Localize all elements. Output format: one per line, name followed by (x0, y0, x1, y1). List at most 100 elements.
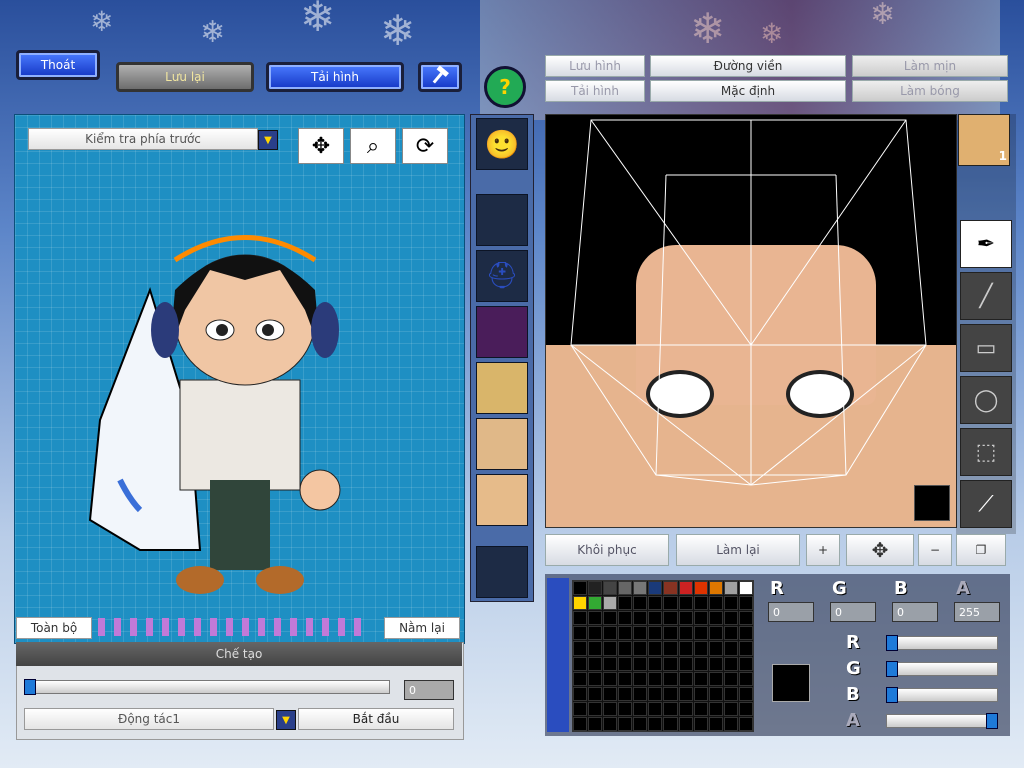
palette-swatch[interactable] (633, 716, 648, 731)
palette-swatch[interactable] (603, 641, 618, 656)
palette-swatch[interactable] (723, 686, 738, 701)
palette-swatch[interactable] (648, 641, 663, 656)
palette-swatch[interactable] (708, 716, 723, 731)
palette-swatch[interactable] (663, 581, 678, 596)
palette-swatch[interactable] (723, 671, 738, 686)
palette-swatch[interactable] (708, 611, 723, 626)
palette-swatch[interactable] (588, 626, 603, 641)
frame-marker[interactable] (98, 618, 105, 636)
palette-swatch[interactable] (723, 701, 738, 716)
helmet-thumbnail[interactable]: ⛑ (476, 250, 528, 302)
palette-swatch[interactable] (633, 641, 648, 656)
palette-swatch[interactable] (588, 581, 603, 596)
frame-marker[interactable] (306, 618, 313, 636)
line-tool-button[interactable]: ╱ (960, 272, 1012, 320)
palette-swatch[interactable] (678, 656, 693, 671)
palette-swatch[interactable] (573, 701, 588, 716)
layer-button[interactable]: ❐ (956, 534, 1006, 566)
palette-swatch[interactable] (588, 641, 603, 656)
tab-default[interactable]: Mặc định (650, 80, 846, 102)
palette-swatch[interactable] (738, 686, 753, 701)
blue-slider[interactable] (886, 688, 998, 702)
eyedropper-tool-button[interactable]: ⟋ (960, 480, 1012, 528)
palette-swatch[interactable] (603, 716, 618, 731)
palette-swatch[interactable] (648, 656, 663, 671)
all-button[interactable]: Toàn bộ (16, 617, 92, 639)
palette-swatch[interactable] (738, 641, 753, 656)
palette-swatch[interactable] (648, 716, 663, 731)
alpha-slider-knob[interactable] (986, 713, 998, 729)
palette-swatch[interactable] (723, 626, 738, 641)
palette-swatch[interactable] (588, 686, 603, 701)
palette-swatch[interactable] (663, 656, 678, 671)
alpha-value[interactable]: 255 (954, 602, 1000, 622)
tab-shadow[interactable]: Làm bóng (852, 80, 1008, 102)
palette-swatch[interactable] (588, 656, 603, 671)
palette-swatch[interactable] (693, 626, 708, 641)
palette-swatch[interactable] (708, 701, 723, 716)
exit-button[interactable]: Thoát (16, 50, 100, 80)
palette-swatch[interactable] (618, 716, 633, 731)
hair-thumbnail[interactable] (476, 306, 528, 358)
frame-marker[interactable] (258, 618, 265, 636)
palette-swatch[interactable] (648, 701, 663, 716)
blue-slider-knob[interactable] (886, 687, 898, 703)
frame-marker[interactable] (290, 618, 297, 636)
minus-button[interactable]: − (918, 534, 952, 566)
palette-swatch[interactable] (633, 671, 648, 686)
palette-swatch[interactable] (738, 626, 753, 641)
palette-swatch[interactable] (633, 656, 648, 671)
palette-swatch[interactable] (573, 611, 588, 626)
palette-swatch[interactable] (633, 611, 648, 626)
palette-swatch[interactable] (573, 656, 588, 671)
palette-swatch[interactable] (723, 581, 738, 596)
face-thumbnail-3[interactable] (476, 474, 528, 526)
palette-swatch[interactable] (618, 641, 633, 656)
frame-marker[interactable] (130, 618, 137, 636)
empty-slot[interactable] (476, 194, 528, 246)
palette-swatch[interactable] (603, 656, 618, 671)
palette-swatch[interactable] (693, 686, 708, 701)
palette-swatch[interactable] (678, 701, 693, 716)
face-preview-icon[interactable]: 1 (958, 114, 1010, 166)
palette-swatch[interactable] (603, 596, 618, 611)
palette-swatch[interactable] (573, 671, 588, 686)
frame-marker[interactable] (322, 618, 329, 636)
palette-swatch[interactable] (678, 671, 693, 686)
progress-slider[interactable] (24, 680, 390, 694)
palette-swatch[interactable] (633, 686, 648, 701)
chevron-down-icon[interactable]: ▼ (276, 710, 296, 730)
pen-tool-button[interactable]: ✒ (960, 220, 1012, 268)
head-thumbnail[interactable]: 🙂 (476, 118, 528, 170)
save-button[interactable]: Lưu lại (116, 62, 254, 92)
palette-swatch[interactable] (633, 701, 648, 716)
palette-swatch[interactable] (693, 701, 708, 716)
palette-swatch[interactable] (693, 596, 708, 611)
frame-marker[interactable] (242, 618, 249, 636)
lie-button[interactable]: Nằm lại (384, 617, 460, 639)
palette-swatch[interactable] (738, 716, 753, 731)
palette-swatch[interactable] (708, 596, 723, 611)
palette-swatch[interactable] (573, 641, 588, 656)
palette-swatch[interactable] (648, 626, 663, 641)
color-palette[interactable] (572, 580, 754, 732)
red-slider-knob[interactable] (886, 635, 898, 651)
palette-swatch[interactable] (693, 581, 708, 596)
palette-swatch[interactable] (693, 671, 708, 686)
palette-swatch[interactable] (663, 596, 678, 611)
palette-swatch[interactable] (708, 626, 723, 641)
progress-slider-knob[interactable] (24, 679, 36, 695)
tab-load-image[interactable]: Tải hình (545, 80, 645, 102)
palette-swatch[interactable] (618, 656, 633, 671)
frame-marker[interactable] (162, 618, 169, 636)
palette-swatch[interactable] (738, 656, 753, 671)
palette-swatch[interactable] (618, 671, 633, 686)
palette-swatch[interactable] (618, 611, 633, 626)
palette-swatch[interactable] (723, 596, 738, 611)
green-slider[interactable] (886, 662, 998, 676)
palette-swatch[interactable] (678, 626, 693, 641)
palette-swatch[interactable] (663, 686, 678, 701)
palette-swatch[interactable] (618, 686, 633, 701)
blue-value[interactable]: 0 (892, 602, 938, 622)
palette-swatch[interactable] (678, 686, 693, 701)
